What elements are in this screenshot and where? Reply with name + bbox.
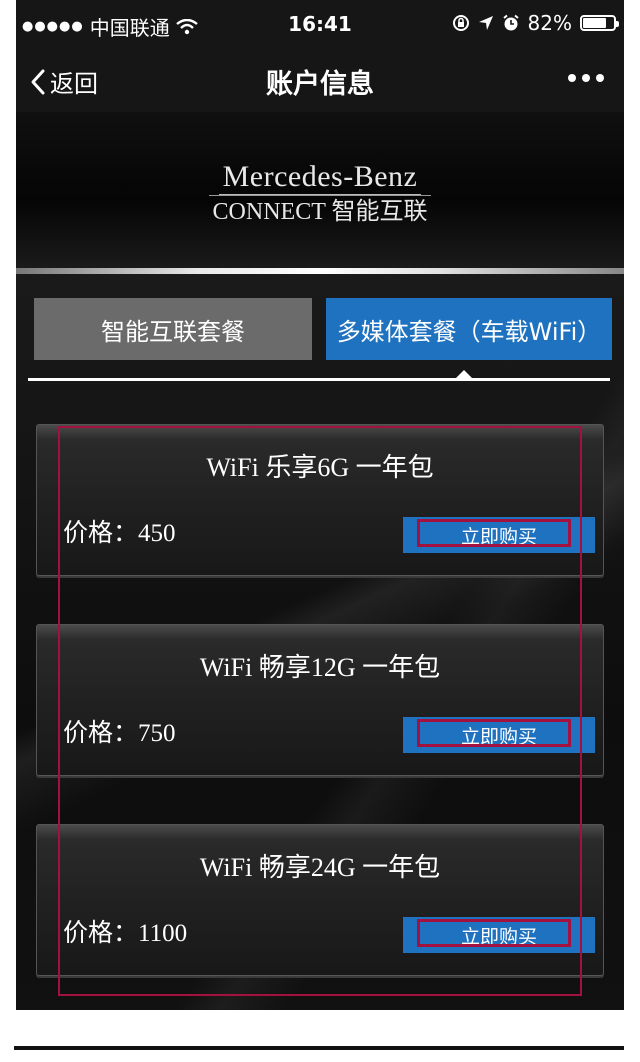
brand-banner: Mercedes-Benz CONNECT 智能互联 [16,112,624,270]
rotation-lock-icon [452,15,469,31]
package-content: 智能互联套餐 多媒体套餐（车载WiFi） WiFi 乐享6G 一年包 价格：45… [16,274,624,1010]
buy-now-button[interactable]: 立即购买 [403,917,595,953]
battery-percent: 82% [527,11,572,35]
tab-underline [28,378,610,381]
buy-button-highlight [417,519,571,547]
brand-logo: Mercedes-Benz CONNECT 智能互联 [16,160,624,227]
package-price: 价格：1100 [63,920,188,947]
buy-button-highlight [417,919,571,947]
package-name: WiFi 畅享24G 一年包 [199,853,441,882]
buy-button-highlight [417,719,571,747]
package-name: WiFi 乐享6G 一年包 [206,453,434,482]
buy-now-button[interactable]: 立即购买 [403,717,595,753]
phone-screen: ●●●●● 中国联通 16:41 82% 返回 账户信息 Mercedes-Be… [16,0,624,1010]
status-right-group: 82% [452,11,619,35]
page-title: 账户信息 [266,69,374,100]
nav-bar: 返回 账户信息 [16,50,624,112]
package-card: WiFi 畅享12G 一年包 价格：750 立即购买 [36,624,604,776]
battery-level-fill [583,18,606,28]
bottom-divider [14,1046,624,1050]
package-price: 价格：750 [63,720,176,747]
location-arrow-icon [478,16,493,30]
selected-tab-indicator [456,370,472,378]
tab-smart-connect-package[interactable]: 智能互联套餐 [34,298,312,360]
status-bar: ●●●●● 中国联通 16:41 82% [16,0,624,50]
more-options-icon[interactable] [568,74,604,82]
brand-subtitle: CONNECT 智能互联 [212,199,428,225]
tab-multimedia-package[interactable]: 多媒体套餐（车载WiFi） [326,298,612,360]
alarm-clock-icon [502,14,519,31]
package-card: WiFi 乐享6G 一年包 价格：450 立即购买 [36,424,604,576]
brand-name: Mercedes-Benz [208,160,432,196]
package-card: WiFi 畅享24G 一年包 价格：1100 立即购买 [36,824,604,976]
package-price: 价格：450 [63,520,176,547]
battery-icon [580,15,619,31]
buy-now-button[interactable]: 立即购买 [403,517,595,553]
package-name: WiFi 畅享12G 一年包 [199,653,441,682]
